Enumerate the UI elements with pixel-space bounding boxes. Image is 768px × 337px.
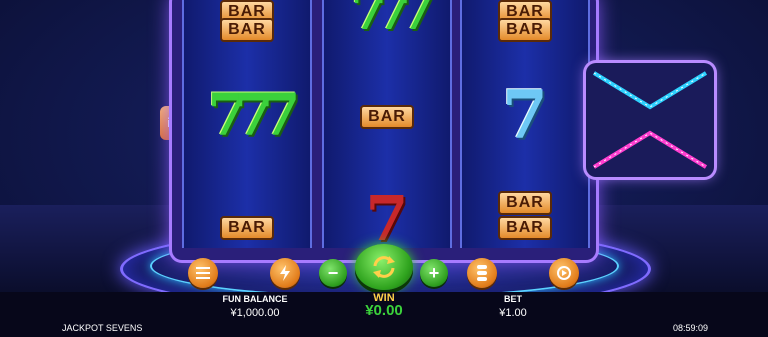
fun-balance-value: ¥1,000.00 [230, 307, 280, 319]
symbol-triple-seven: 777 [207, 81, 300, 149]
symbol-triple-seven: 777 [350, 0, 436, 42]
menu-icon [196, 267, 210, 279]
menu-button[interactable] [188, 258, 218, 288]
reel-cabinet: BAR BAR 777 BAR 777 BAR 7 BAR BAR 7 BAR … [172, 0, 596, 260]
bet-value: ¥1.00 [499, 307, 527, 319]
lightning-icon [280, 265, 290, 281]
reel-2: 777 BAR 7 [322, 0, 452, 248]
refresh-arrows-icon [373, 256, 395, 278]
side-bonus-reel [586, 63, 714, 177]
bet-label: BET [504, 294, 522, 304]
symbol-blue-seven: 7 [502, 76, 548, 154]
game-title: JACKPOT SEVENS [62, 323, 143, 333]
fun-balance-label: FUN BALANCE [222, 294, 288, 304]
symbol-bar: BAR [324, 105, 450, 129]
symbol-bar: BAR [184, 18, 310, 42]
coin-stack-icon [477, 265, 487, 281]
symbol-red-seven: 7 [365, 182, 409, 249]
symbol-bar: BAR [462, 216, 588, 240]
autoplay-icon [557, 266, 571, 280]
chevron-lights-icon [592, 71, 708, 169]
symbol-bar: BAR [184, 216, 310, 240]
turbo-button[interactable] [270, 258, 300, 288]
clock: 08:59:09 [672, 323, 708, 333]
spin-button[interactable] [355, 244, 413, 290]
symbol-bar: BAR [462, 18, 588, 42]
coins-button[interactable] [467, 258, 497, 288]
autoplay-button[interactable] [549, 258, 579, 288]
win-value: ¥0.00 [365, 302, 403, 319]
reel-1: BAR BAR 777 BAR [182, 0, 312, 248]
increase-bet-button[interactable]: + [420, 259, 448, 287]
decrease-bet-button[interactable]: − [319, 259, 347, 287]
reel-3: BAR BAR 7 BAR BAR [460, 0, 590, 248]
symbol-bar: BAR [462, 191, 588, 215]
